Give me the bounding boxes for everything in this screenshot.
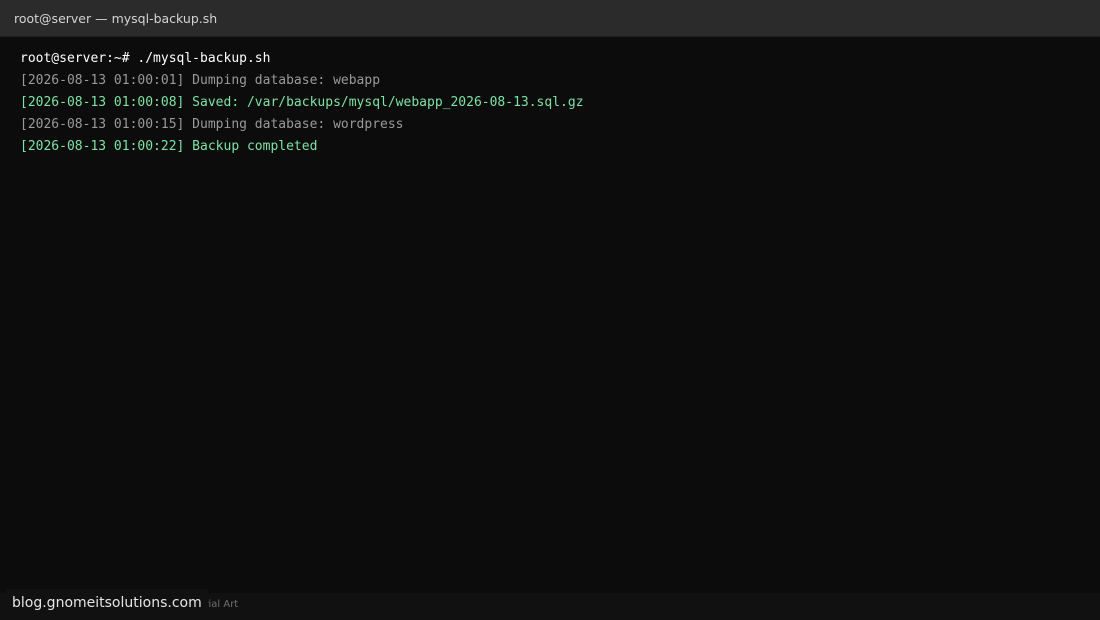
terminal-log-line-success: [2026-08-13 01:00:22] Backup completed [20,139,318,154]
terminal-prompt-line: root@server:~# ./mysql-backup.sh [20,51,271,66]
terminal-log-line-success: [2026-08-13 01:00:08] Saved: /var/backup… [20,95,584,110]
terminal-output[interactable]: root@server:~# ./mysql-backup.sh [2026-0… [20,48,1080,158]
terminal-log-line: [2026-08-13 01:00:01] Dumping database: … [20,73,381,88]
terminal-window: root@server — mysql-backup.sh root@serve… [0,0,1100,620]
terminal-log-line: [2026-08-13 01:00:15] Dumping database: … [20,117,404,132]
window-title: root@server — mysql-backup.sh [14,11,218,26]
title-bar[interactable]: root@server — mysql-backup.sh [0,0,1100,37]
site-watermark: blog.gnomeitsolutions.com [6,589,208,615]
